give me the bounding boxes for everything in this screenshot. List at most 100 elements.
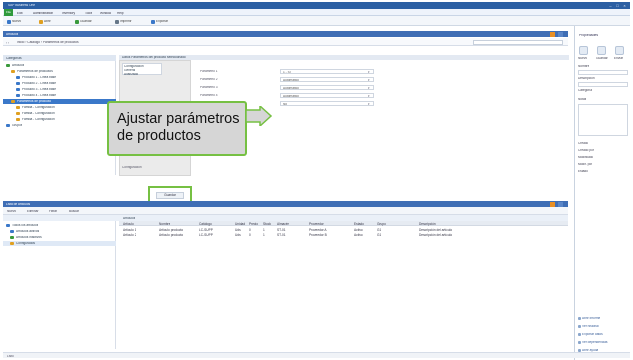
menu-item[interactable]: Tools	[85, 12, 92, 15]
section-title: Artículos	[6, 32, 19, 36]
action-link[interactable]: Abrir informe	[578, 316, 600, 321]
print-icon	[115, 19, 119, 24]
folder-icon	[6, 64, 10, 67]
toolbar-button-print[interactable]: Imprimir	[115, 19, 132, 24]
link-icon	[578, 333, 581, 336]
chevron-down-icon: ▾	[368, 78, 370, 82]
table-row[interactable]: Artículo 1 Artículo producto LC-SUPP Uds 0 1 S…	[119, 227, 568, 232]
bottom-tree-item[interactable]: Configurados	[3, 241, 116, 246]
menu-item[interactable]: Inventory	[62, 12, 75, 15]
grid-column-header[interactable]: Proveedor	[309, 222, 324, 226]
description-field[interactable]	[578, 82, 628, 87]
bottom-toolbar-search[interactable]: Buscar	[69, 210, 79, 213]
action-link[interactable]: Ver historial	[578, 324, 599, 329]
bottom-close-button[interactable]	[558, 201, 563, 207]
save-button[interactable]: Guardar	[156, 192, 184, 199]
folder-icon	[6, 124, 10, 127]
tree-item[interactable]: Artículos	[3, 63, 116, 68]
subtree-item[interactable]: Configuración	[124, 65, 144, 68]
tree-item[interactable]: Grupos	[3, 123, 116, 128]
action-link-label: Ver historial	[582, 324, 599, 328]
search-input[interactable]	[473, 39, 563, 45]
bottom-toolbar-new[interactable]: Nuevo	[7, 210, 16, 213]
new-icon[interactable]	[579, 46, 588, 55]
save-icon[interactable]	[597, 46, 606, 55]
grid-column-header[interactable]: Grupo	[377, 222, 386, 226]
subtree-list[interactable]: Configuración General Avanzado	[122, 63, 162, 76]
toolbar-button-open[interactable]: Abrir	[39, 19, 51, 24]
toolbar-button-save[interactable]: Guardar	[75, 19, 92, 24]
articles-grid: Artículo Nombre Catálogo Unidad Precio Stock A…	[119, 221, 568, 349]
rp-field-label: Notas	[578, 98, 587, 101]
bottom-tree-item[interactable]: Artículos activos	[3, 229, 116, 234]
grid-column-header[interactable]: Precio	[249, 222, 258, 226]
back-icon[interactable]: ‹ ›	[6, 41, 9, 45]
table-cell: 0	[249, 227, 251, 232]
rp-field-label: Descripción	[578, 77, 595, 80]
window-title-bar: SAP Business One – □ ×	[3, 2, 630, 9]
tree-item[interactable]: Familia - Configuración	[3, 111, 116, 116]
tree-item-label: Familia - Configuración	[22, 106, 55, 109]
field-select[interactable]: No ▾	[280, 101, 374, 106]
bottom-toolbar-delete[interactable]: Eliminar	[27, 210, 39, 213]
bottom-minimize-button[interactable]	[550, 201, 555, 207]
menu-item[interactable]: Help	[117, 12, 124, 15]
menu-item[interactable]: Window	[100, 12, 111, 15]
folder-icon	[10, 230, 14, 233]
tree-item[interactable]: Producto 2 - Línea base	[3, 81, 116, 86]
close-button[interactable]: ×	[621, 3, 628, 8]
folder-icon	[11, 100, 15, 103]
tree-item[interactable]: Familia - Configuración	[3, 117, 116, 122]
bottom-tree-item[interactable]: Todos los artículos	[3, 223, 116, 228]
menu-item[interactable]: Administration	[33, 12, 53, 15]
tree-item[interactable]: Parámetros de productos	[3, 69, 116, 74]
action-link[interactable]: Exportar datos	[578, 332, 603, 337]
rp-info-label: Modif. por	[578, 163, 593, 166]
grid-column-header[interactable]: Descripción	[419, 222, 436, 226]
field-select[interactable]: 1 - Sí ▾	[280, 69, 374, 74]
table-row[interactable]: Artículo 2 Artículo producto LC-SUPP Uds 0 1 S…	[119, 232, 568, 237]
menu-item[interactable]: Edit	[17, 12, 23, 15]
grid-column-header[interactable]: Unidad	[235, 222, 245, 226]
grid-column-header[interactable]: Estado	[354, 222, 364, 226]
tree-item[interactable]: Producto 4 - Línea base	[3, 93, 116, 98]
field-select[interactable]: Automático ▾	[280, 93, 374, 98]
subtree-item[interactable]: General	[124, 69, 135, 72]
toolbar-button-export[interactable]: Exportar	[151, 19, 168, 24]
tree-item[interactable]: Producto 3 - Línea base	[3, 87, 116, 92]
notes-field[interactable]	[578, 104, 628, 136]
bottom-toolbar-filter[interactable]: Filtrar	[49, 210, 57, 213]
tree-item-label: Producto 1 - Línea base	[22, 76, 57, 79]
section-minimize-button[interactable]	[550, 31, 555, 37]
grid-column-header[interactable]: Almacén	[277, 222, 289, 226]
action-link[interactable]: Ver dependencias	[578, 340, 608, 345]
subtree-item[interactable]: Avanzado	[124, 73, 138, 76]
field-select[interactable]: Automático ▾	[280, 77, 374, 82]
tree-item[interactable]: Parámetros de producto	[3, 99, 116, 104]
tree-item-label: Grupos	[12, 124, 23, 127]
toolbar-button-label: Abrir	[44, 19, 51, 23]
minimize-button[interactable]: –	[607, 3, 614, 8]
field-select[interactable]: Automático ▾	[280, 85, 374, 90]
toolbar: Nuevo Abrir Guardar Imprimir Exportar	[3, 16, 630, 26]
send-icon[interactable]	[615, 46, 624, 55]
tree-item-label: Familia - Configuración	[22, 112, 55, 115]
toolbar-button-new[interactable]: Nuevo	[7, 19, 21, 24]
bottom-panel-title: Lista de artículos	[6, 202, 31, 206]
tree-item[interactable]: Familia - Configuración	[3, 105, 116, 110]
maximize-button[interactable]: □	[614, 3, 621, 8]
name-field[interactable]	[578, 70, 628, 75]
tab-articles[interactable]: Artículos	[123, 217, 135, 220]
toolbar-button-label: Exportar	[156, 19, 169, 23]
link-icon	[578, 341, 581, 344]
field-value: Automático	[283, 78, 299, 82]
table-cell: ST-01	[277, 227, 286, 232]
tree-item[interactable]: Producto 1 - Línea base	[3, 75, 116, 80]
menu-file[interactable]: File	[4, 9, 13, 16]
section-close-button[interactable]	[558, 31, 563, 37]
grid-column-header[interactable]: Nombre	[159, 222, 170, 226]
grid-column-header[interactable]: Stock	[263, 222, 271, 226]
grid-column-header[interactable]: Catálogo	[199, 222, 212, 226]
bottom-tree-item[interactable]: Artículos inactivos	[3, 235, 116, 240]
grid-column-header[interactable]: Artículo	[123, 222, 134, 226]
